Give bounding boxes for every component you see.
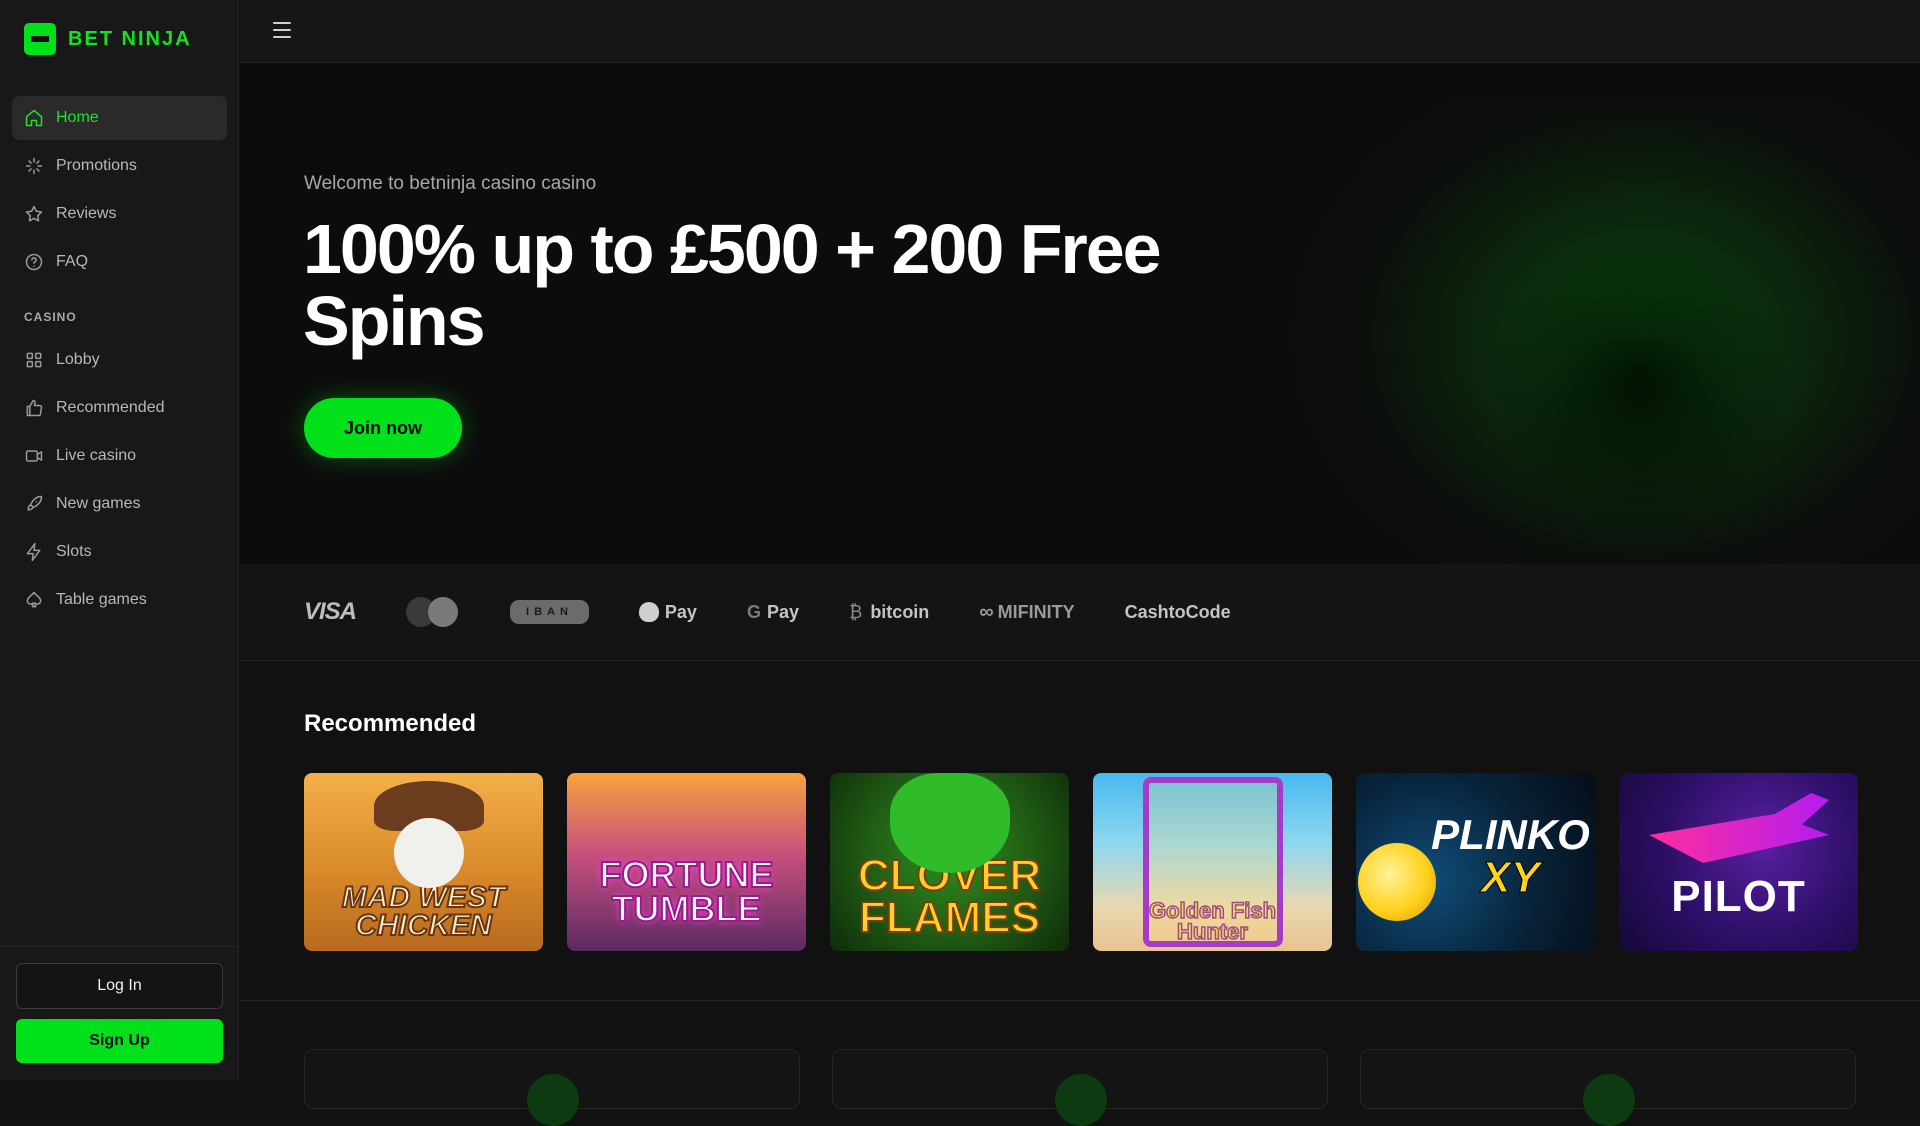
sidebar-item-label: Lobby bbox=[56, 351, 100, 368]
mifinity-label: MIFINITY bbox=[997, 601, 1075, 622]
game-title: Mad West Chicken bbox=[341, 880, 506, 942]
google-pay-label: Pay bbox=[766, 601, 799, 622]
plane-art bbox=[1649, 793, 1829, 863]
video-icon bbox=[24, 446, 44, 466]
menu-icon[interactable] bbox=[273, 22, 293, 40]
sidebar-item-new-games[interactable]: New games bbox=[12, 482, 227, 526]
card-icon bbox=[1583, 1074, 1635, 1126]
star-icon bbox=[24, 204, 44, 224]
casino-section-label: CASINO bbox=[24, 310, 77, 324]
sparkles-icon bbox=[24, 156, 44, 176]
frame-art bbox=[1143, 777, 1283, 947]
game-tile-plinko-xy[interactable]: Plinko XY bbox=[1356, 773, 1595, 951]
bolt-icon bbox=[24, 542, 44, 562]
ball-art bbox=[1358, 843, 1436, 921]
bitcoin-icon: ₿ bbox=[848, 601, 863, 622]
cashtocode-logo: CashtoCode bbox=[1124, 601, 1231, 622]
info-card bbox=[832, 1049, 1328, 1126]
grid-icon bbox=[24, 350, 44, 370]
visa-logo: VISA bbox=[304, 598, 357, 625]
sidebar-item-label: Promotions bbox=[56, 157, 137, 174]
hero-banner: Welcome to betninja casino casino 100% u… bbox=[240, 63, 1920, 564]
sidebar-item-table-games[interactable]: Table games bbox=[12, 578, 227, 622]
brand-logo[interactable]: BET NINJA bbox=[24, 23, 192, 55]
sidebar-item-label: FAQ bbox=[56, 253, 89, 270]
game-title: Pilot bbox=[1671, 872, 1806, 922]
info-card bbox=[1360, 1049, 1856, 1126]
hero-shadow-decoration bbox=[1490, 233, 1790, 533]
brand-mark-icon bbox=[24, 23, 56, 55]
game-tile-fortune-tumble[interactable]: Fortune Tumble bbox=[567, 773, 806, 951]
game-title: Plinko XY bbox=[1431, 811, 1590, 903]
mifinity-logo: ∞ MIFINITY bbox=[979, 601, 1074, 624]
sidebar-item-slots[interactable]: Slots bbox=[12, 530, 227, 574]
sidebar-item-recommended[interactable]: Recommended bbox=[12, 386, 227, 430]
login-button[interactable]: Log In bbox=[16, 963, 223, 1009]
sidebar-nav: Home Promotions Reviews FAQ CASINO Lobby… bbox=[12, 96, 227, 626]
sidebar-item-label: Slots bbox=[56, 543, 92, 560]
sidebar-item-home[interactable]: Home bbox=[12, 96, 227, 140]
rocket-icon bbox=[24, 494, 44, 514]
recommended-games-row: Mad West Chicken Fortune Tumble Clover Flam… bbox=[304, 773, 1858, 951]
bitcoin-label: bitcoin bbox=[870, 601, 930, 622]
sidebar-item-label: Reviews bbox=[56, 205, 117, 222]
lower-section bbox=[240, 1000, 1920, 1126]
sidebar: BET NINJA Home Promotions Reviews FAQ CA… bbox=[0, 0, 239, 1080]
sidebar-item-promotions[interactable]: Promotions bbox=[12, 144, 227, 188]
thumbs-up-icon bbox=[24, 398, 44, 418]
sidebar-item-reviews[interactable]: Reviews bbox=[12, 192, 227, 236]
card-icon bbox=[1055, 1074, 1107, 1126]
sidebar-item-lobby[interactable]: Lobby bbox=[12, 338, 227, 382]
mastercard-logo bbox=[406, 595, 460, 629]
sidebar-item-label: Live casino bbox=[56, 447, 137, 464]
game-tile-mad-west-chicken[interactable]: Mad West Chicken bbox=[304, 773, 543, 951]
sidebar-item-label: Home bbox=[56, 109, 99, 126]
chicken-art bbox=[394, 818, 464, 888]
infinity-icon: ∞ bbox=[979, 600, 994, 623]
home-icon bbox=[24, 108, 44, 128]
spade-icon bbox=[24, 590, 44, 610]
google-g-icon: G bbox=[746, 601, 761, 622]
sidebar-item-faq[interactable]: FAQ bbox=[12, 240, 227, 284]
card-icon bbox=[527, 1074, 579, 1126]
game-tile-pilot[interactable]: Pilot bbox=[1619, 773, 1858, 951]
game-tile-clover-flames[interactable]: Clover Flames bbox=[830, 773, 1069, 951]
info-card bbox=[304, 1049, 800, 1126]
payment-methods-bar: VISA IBAN Pay G Pay ₿ bitcoin ∞ MIFINITY Ca… bbox=[240, 564, 1920, 661]
hero-subtitle: Welcome to betninja casino casino bbox=[304, 173, 597, 194]
game-title: Fortune Tumble bbox=[599, 853, 775, 929]
game-tile-golden-fish-hunter[interactable]: Golden Fish Hunter bbox=[1093, 773, 1332, 951]
apple-icon bbox=[638, 602, 659, 622]
iban-logo: IBAN bbox=[510, 600, 589, 624]
auth-panel: Log In Sign Up bbox=[0, 946, 239, 1080]
sidebar-item-live-casino[interactable]: Live casino bbox=[12, 434, 227, 478]
google-pay-logo: G Pay bbox=[747, 602, 799, 623]
help-circle-icon bbox=[24, 252, 44, 272]
sidebar-item-label: New games bbox=[56, 495, 141, 512]
brand-name: BET NINJA bbox=[68, 27, 192, 50]
apple-pay-label: Pay bbox=[664, 601, 697, 622]
sidebar-item-label: Table games bbox=[56, 591, 147, 608]
pot-of-gold-art bbox=[890, 773, 1010, 873]
hero-title: 100% up to £500 + 200 Free Spins bbox=[303, 210, 1162, 360]
top-bar bbox=[240, 0, 1920, 63]
apple-pay-logo: Pay bbox=[638, 601, 697, 623]
sidebar-item-label: Recommended bbox=[56, 399, 165, 416]
bitcoin-logo: ₿ bitcoin bbox=[849, 602, 929, 623]
recommended-heading: Recommended bbox=[304, 710, 477, 737]
join-now-button[interactable]: Join now bbox=[304, 398, 462, 458]
signup-button[interactable]: Sign Up bbox=[16, 1019, 223, 1063]
